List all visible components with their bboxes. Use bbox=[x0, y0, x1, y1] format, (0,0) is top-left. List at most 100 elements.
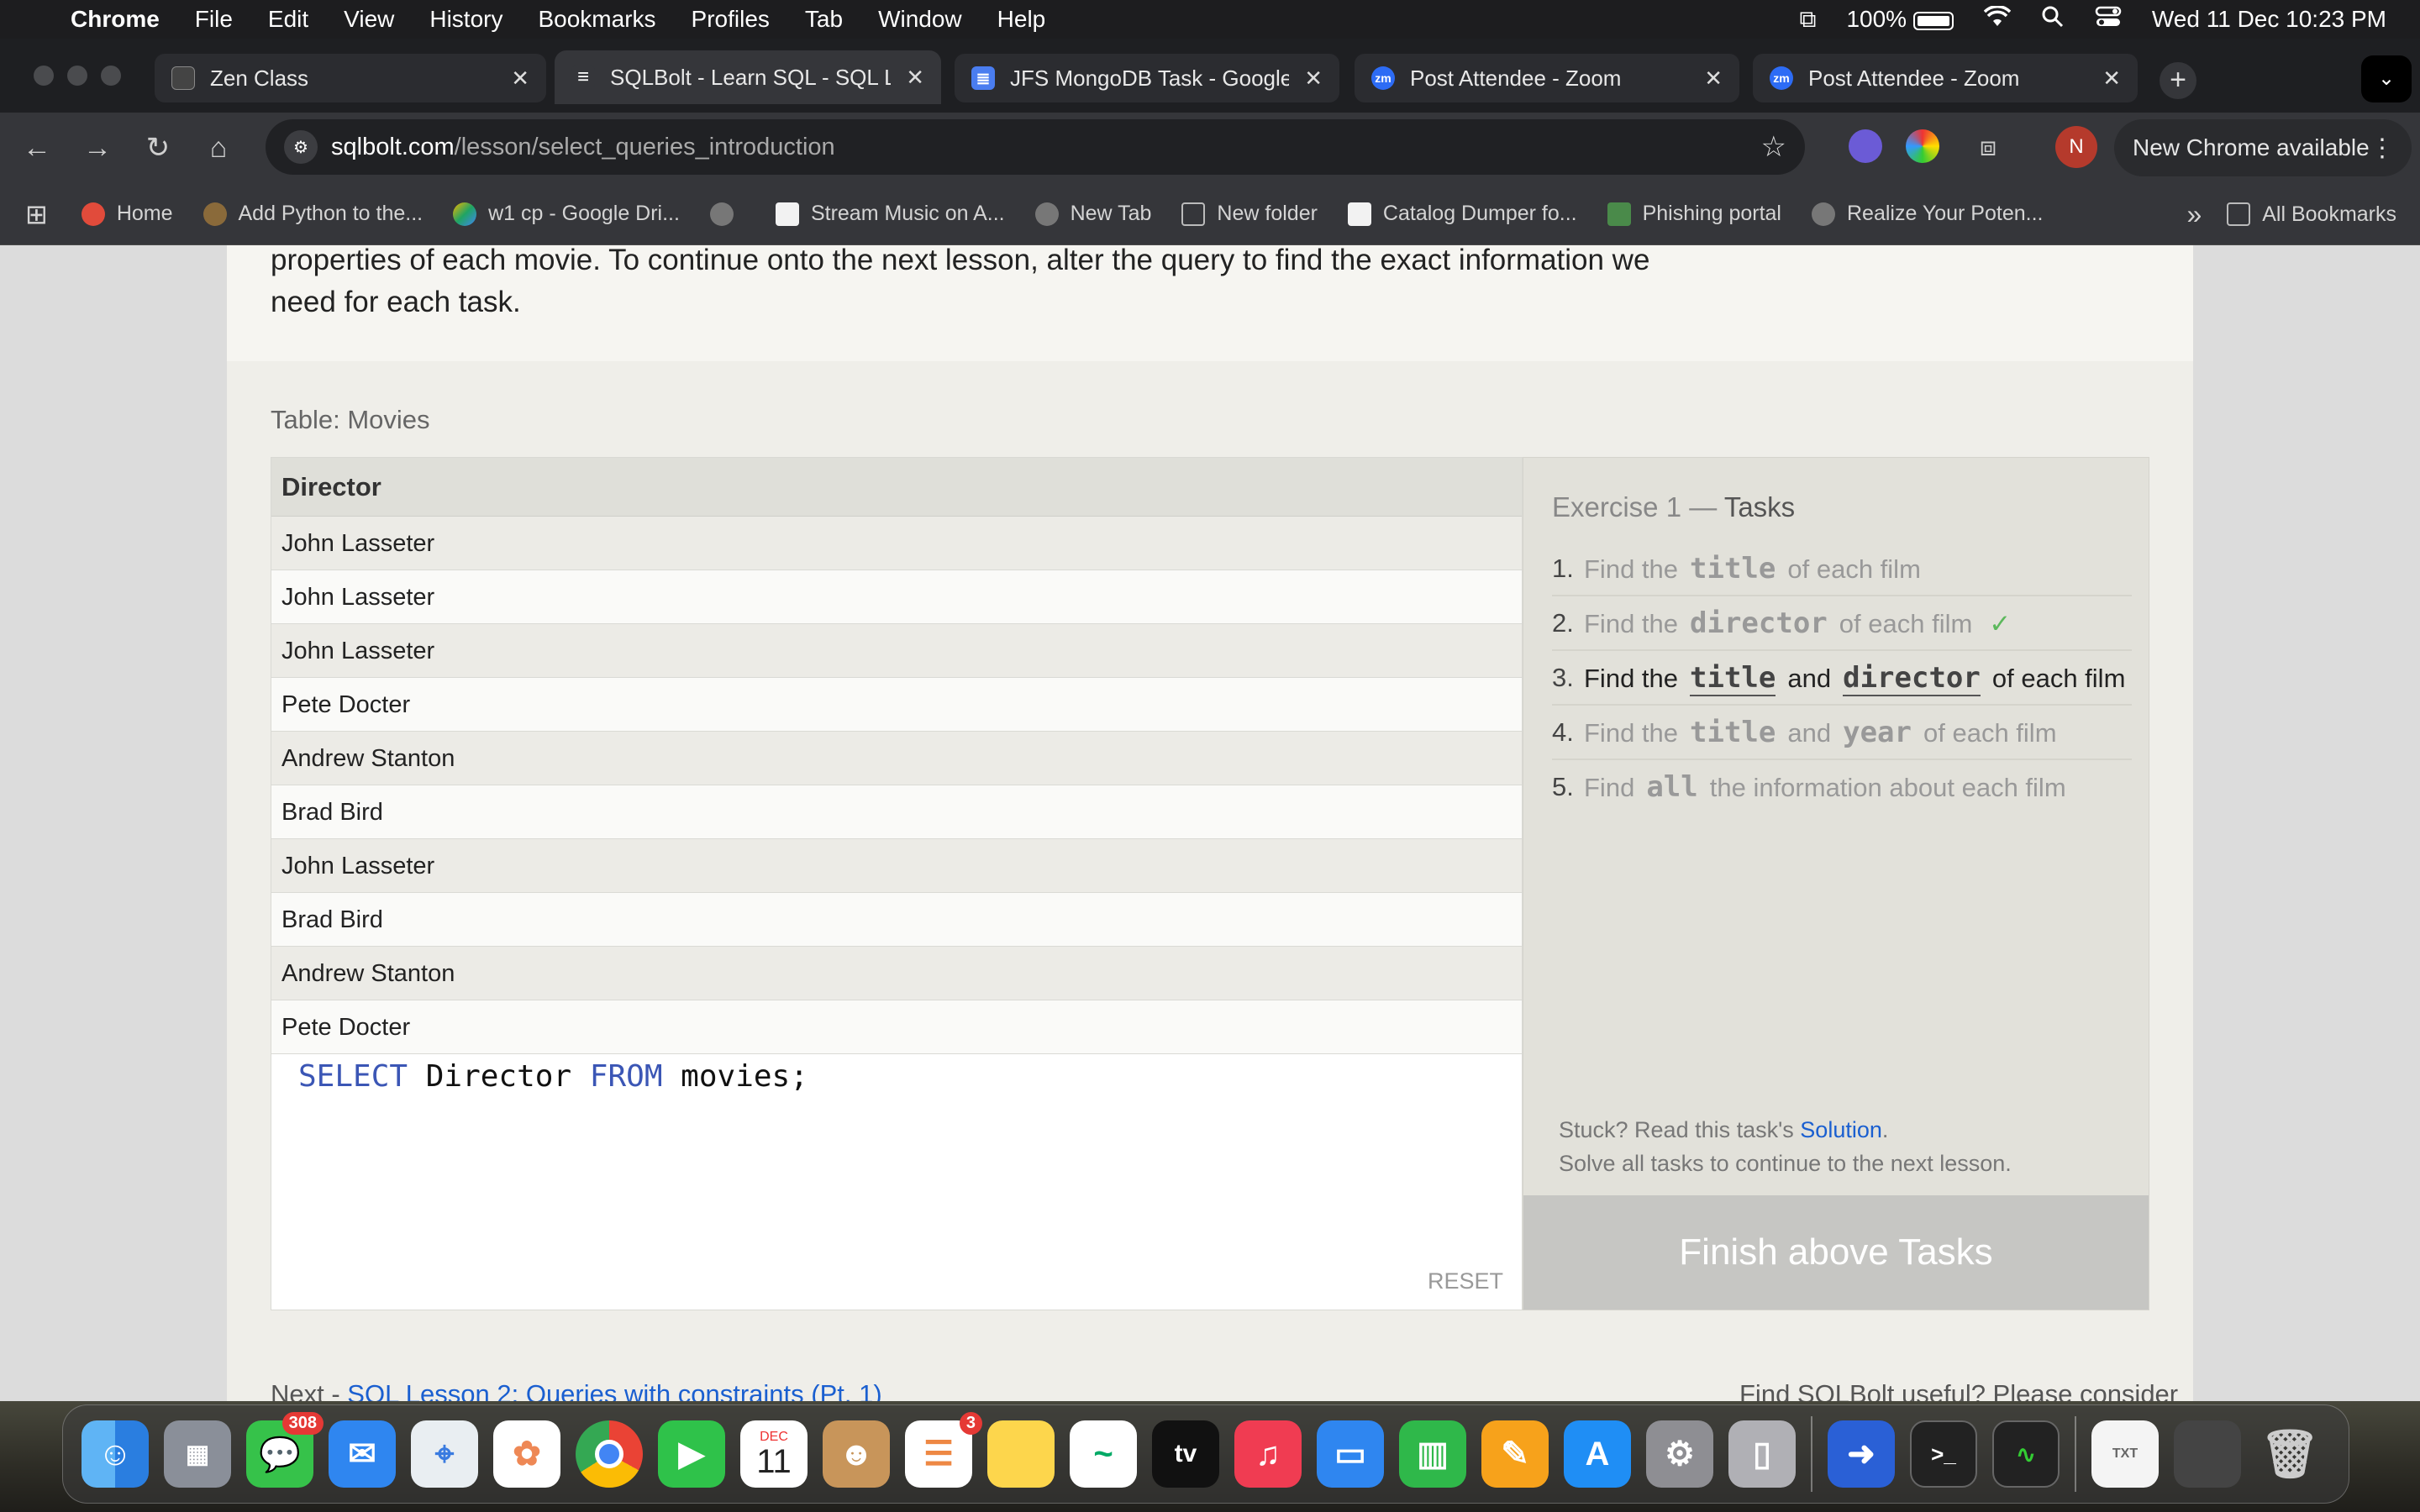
finish-tasks-button[interactable]: Finish above Tasks bbox=[1523, 1195, 2149, 1310]
menu-edit[interactable]: Edit bbox=[268, 6, 308, 33]
solution-link[interactable]: Solution bbox=[1800, 1117, 1882, 1142]
address-bar[interactable]: ⚙ sqlbolt.com/lesson/select_queries_intr… bbox=[266, 119, 1805, 175]
bookmark-home[interactable]: Home bbox=[81, 202, 173, 226]
menu-help[interactable]: Help bbox=[997, 6, 1046, 33]
menu-history[interactable]: History bbox=[429, 6, 502, 33]
extension-icon[interactable] bbox=[1849, 129, 1882, 163]
menu-view[interactable]: View bbox=[344, 6, 394, 33]
bookmark-w1-cp[interactable]: w1 cp - Google Dri... bbox=[453, 202, 680, 226]
lesson-intro: properties of each movie. To continue on… bbox=[227, 245, 2193, 361]
photos-icon[interactable]: ✿ bbox=[493, 1420, 560, 1488]
battery-status[interactable]: 100% bbox=[1846, 6, 1954, 33]
sql-query[interactable]: SELECT Director FROM movies; bbox=[298, 1059, 808, 1094]
menu-app-name[interactable]: Chrome bbox=[71, 6, 160, 33]
amazon-icon bbox=[1347, 202, 1371, 226]
tab-zen-class[interactable]: Zen Class ✕ bbox=[155, 54, 546, 102]
sql-text: Director bbox=[408, 1059, 590, 1094]
bookmark-add-python[interactable]: Add Python to the... bbox=[203, 202, 423, 226]
close-window-button[interactable] bbox=[34, 66, 54, 86]
battery-icon bbox=[1912, 11, 1954, 30]
calendar-icon[interactable]: DEC 11 bbox=[740, 1420, 808, 1488]
music-icon[interactable]: ♫ bbox=[1234, 1420, 1302, 1488]
close-tab-icon[interactable]: ✕ bbox=[1304, 66, 1323, 92]
iphone-mirroring-icon[interactable]: ▯ bbox=[1728, 1420, 1796, 1488]
bookmark-catalog-dumper[interactable]: Catalog Dumper fo... bbox=[1347, 202, 1577, 226]
migration-icon[interactable]: ➜ bbox=[1828, 1420, 1895, 1488]
amazon-icon bbox=[775, 202, 799, 226]
bookmark-realize-potential[interactable]: Realize Your Poten... bbox=[1811, 202, 2043, 226]
back-icon[interactable]: ← bbox=[7, 132, 67, 165]
contacts-icon[interactable]: ☻ bbox=[823, 1420, 890, 1488]
app-store-icon[interactable]: A bbox=[1564, 1420, 1631, 1488]
bookmark-star-icon[interactable]: ☆ bbox=[1761, 130, 1786, 164]
menu-window[interactable]: Window bbox=[878, 6, 962, 33]
color-picker-extension-icon[interactable] bbox=[1906, 129, 1939, 163]
tab-search-button[interactable]: ⌄ bbox=[2361, 55, 2412, 102]
notes-icon[interactable] bbox=[987, 1420, 1055, 1488]
close-tab-icon[interactable]: ✕ bbox=[1704, 66, 1723, 92]
bookmark-phishing-portal[interactable]: Phishing portal bbox=[1607, 202, 1781, 226]
system-settings-icon[interactable]: ⚙ bbox=[1646, 1420, 1713, 1488]
new-tab-button[interactable]: + bbox=[2160, 62, 2196, 99]
reload-icon[interactable]: ↻ bbox=[128, 131, 188, 165]
menubar-clock[interactable]: Wed 11 Dec 10:23 PM bbox=[2152, 6, 2386, 33]
bookmark-new-folder[interactable]: New folder bbox=[1181, 202, 1318, 226]
tab-zoom-1[interactable]: zm Post Attendee - Zoom ✕ bbox=[1355, 54, 1739, 102]
numbers-icon[interactable]: ▥ bbox=[1399, 1420, 1466, 1488]
finder-icon[interactable]: ☺ bbox=[82, 1420, 149, 1488]
bookmark-new-tab[interactable]: New Tab bbox=[1034, 202, 1151, 226]
tab-jfs-mongodb[interactable]: ≣ JFS MongoDB Task - Google D ✕ bbox=[955, 54, 1339, 102]
apps-grid-icon[interactable]: ⊞ bbox=[25, 198, 48, 230]
spotlight-search-icon[interactable] bbox=[2041, 5, 2065, 34]
close-tab-icon[interactable]: ✕ bbox=[511, 66, 529, 92]
bookmark-stream-music[interactable]: Stream Music on A... bbox=[775, 202, 1005, 226]
facetime-icon[interactable]: ▶ bbox=[658, 1420, 725, 1488]
zoom-window-button[interactable] bbox=[101, 66, 121, 86]
wifi-icon[interactable] bbox=[1983, 4, 2012, 34]
task-item: 4. Find the title and year of each film bbox=[1552, 706, 2132, 760]
sql-editor[interactable]: SELECT Director FROM movies; RESET bbox=[271, 1053, 1523, 1310]
bookmarks-overflow-icon[interactable]: » bbox=[2186, 199, 2202, 230]
database-icon: ≡ bbox=[571, 66, 595, 89]
control-center-icon[interactable] bbox=[2095, 6, 2122, 34]
screen-mirroring-icon[interactable]: ⧉ bbox=[1799, 6, 1816, 34]
tab-zoom-2[interactable]: zm Post Attendee - Zoom ✕ bbox=[1753, 54, 2138, 102]
chrome-update-button[interactable]: New Chrome available ⋮ bbox=[2114, 119, 2412, 176]
reminders-icon[interactable]: ☰ 3 bbox=[905, 1412, 982, 1488]
terminal-app-icon[interactable]: >_ bbox=[1910, 1420, 1977, 1488]
activity-monitor-icon[interactable]: ∿ bbox=[1992, 1420, 2060, 1488]
maps-icon[interactable]: ⌖ bbox=[411, 1420, 478, 1488]
close-tab-icon[interactable]: ✕ bbox=[2102, 66, 2121, 92]
tab-sqlbolt[interactable]: ≡ SQLBolt - Learn SQL - SQL Le ✕ bbox=[555, 50, 941, 104]
screenshots-stack-icon[interactable] bbox=[2174, 1420, 2241, 1488]
text-file-icon[interactable]: TXT bbox=[2091, 1420, 2159, 1488]
apple-tv-icon[interactable]: tv bbox=[1152, 1420, 1219, 1488]
minimize-window-button[interactable] bbox=[67, 66, 87, 86]
menu-file[interactable]: File bbox=[195, 6, 233, 33]
bookmark-globe[interactable] bbox=[709, 202, 745, 226]
exercise-heading: Exercise 1 — Tasks bbox=[1552, 491, 1796, 522]
profile-avatar[interactable]: N bbox=[2055, 126, 2097, 168]
menu-profiles[interactable]: Profiles bbox=[692, 6, 770, 33]
more-menu-icon[interactable]: ⋮ bbox=[2370, 134, 2395, 163]
table-row: Pete Docter bbox=[271, 1000, 1522, 1054]
keynote-icon[interactable]: ▭ bbox=[1317, 1420, 1384, 1488]
chrome-icon[interactable] bbox=[576, 1420, 643, 1488]
pages-icon[interactable]: ✎ bbox=[1481, 1420, 1549, 1488]
forward-icon[interactable]: → bbox=[67, 132, 128, 165]
launchpad-icon[interactable]: ▦ bbox=[164, 1420, 231, 1488]
extensions-puzzle-icon[interactable]: ⧈ bbox=[1971, 129, 2005, 163]
all-bookmarks-folder[interactable]: All Bookmarks bbox=[2227, 202, 2396, 227]
mail-icon[interactable]: ✉ bbox=[329, 1420, 396, 1488]
table-row: John Lasseter bbox=[271, 839, 1522, 893]
menu-tab[interactable]: Tab bbox=[805, 6, 843, 33]
close-tab-icon[interactable]: ✕ bbox=[906, 65, 924, 91]
trash-icon[interactable]: 🗑 bbox=[2256, 1420, 2323, 1488]
home-icon[interactable]: ⌂ bbox=[188, 132, 249, 165]
site-info-icon[interactable]: ⚙ bbox=[284, 130, 318, 164]
reset-button[interactable]: RESET bbox=[1428, 1268, 1503, 1294]
messages-icon[interactable]: 💬 308 bbox=[246, 1412, 324, 1488]
freeform-icon[interactable]: ~ bbox=[1070, 1420, 1137, 1488]
next-lesson-link[interactable]: SQL Lesson 2: Queries with constraints (… bbox=[347, 1379, 881, 1401]
menu-bookmarks[interactable]: Bookmarks bbox=[538, 6, 655, 33]
